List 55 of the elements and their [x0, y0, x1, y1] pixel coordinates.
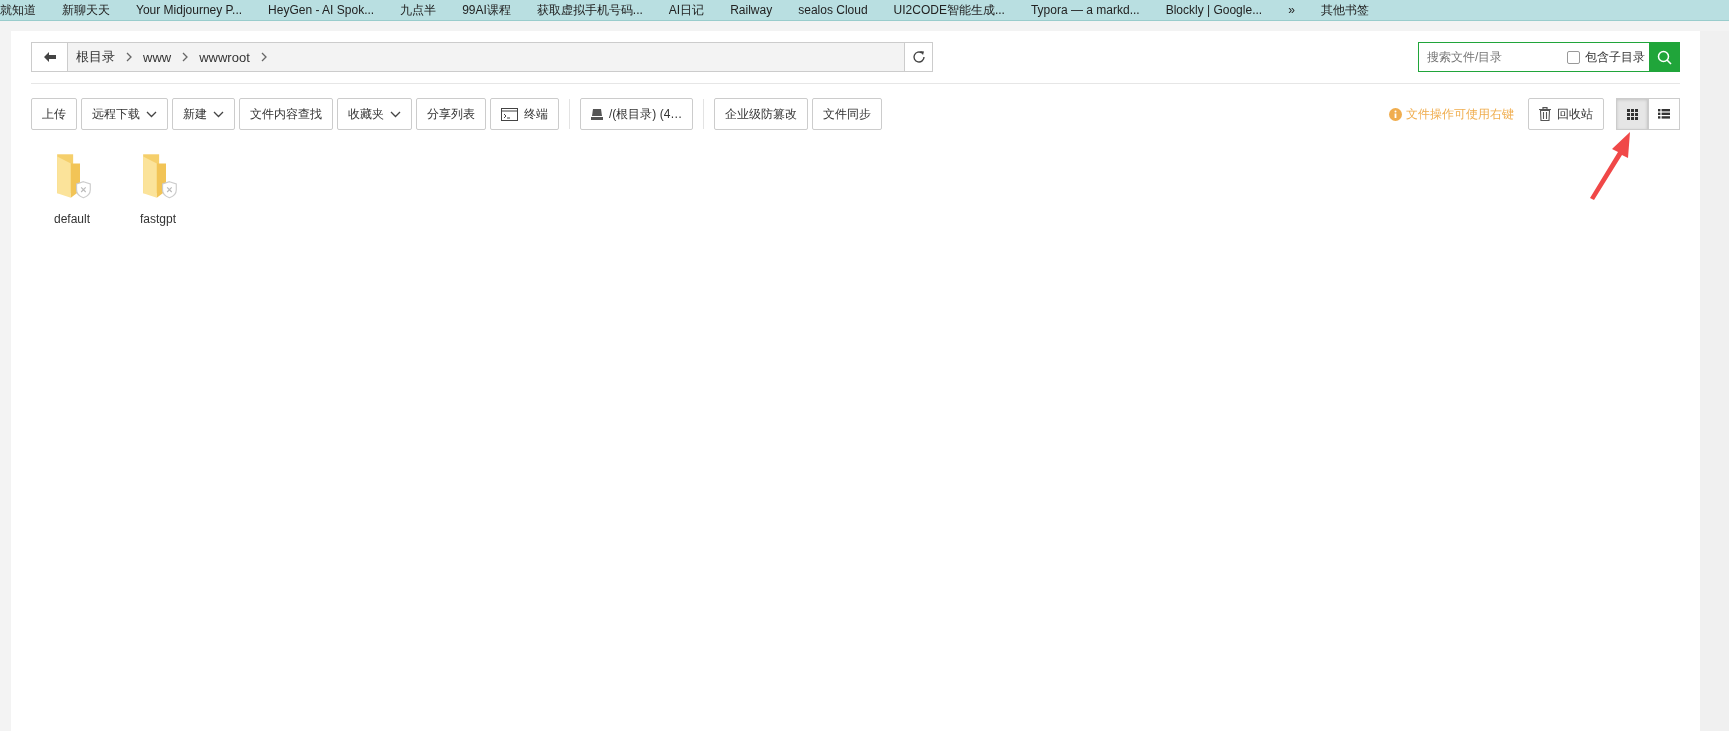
bookmarks-overflow-button[interactable]: »	[1288, 3, 1295, 17]
terminal-icon	[501, 107, 518, 121]
bookmark-link[interactable]: Typora — a markd...	[1030, 3, 1140, 17]
breadcrumb-link[interactable]: 根目录	[76, 48, 115, 66]
back-button[interactable]	[32, 43, 68, 71]
folder-name[interactable]: default	[54, 212, 90, 226]
search-button[interactable]	[1649, 43, 1679, 71]
trash-icon	[1539, 107, 1551, 121]
caret-icon	[213, 110, 224, 118]
toolbar-button[interactable]: 新建	[172, 98, 235, 130]
toolbar-button[interactable]: 终端	[490, 98, 559, 130]
toolbar-button[interactable]: 企业级防篡改	[714, 98, 809, 130]
toolbar-button[interactable]: 分享列表	[416, 98, 486, 130]
grid-view-button[interactable]	[1616, 98, 1648, 130]
bookmark-link[interactable]: sealos Cloud	[798, 3, 868, 17]
subdirectory-label: 包含子目录	[1585, 48, 1645, 66]
list-view-button[interactable]	[1648, 98, 1680, 130]
refresh-button[interactable]	[904, 43, 932, 71]
bookmark-link[interactable]: UI2CODE智能生成...	[893, 3, 1005, 17]
info-icon	[1389, 107, 1402, 121]
bookmark-link[interactable]: Blockly | Google...	[1165, 3, 1263, 17]
chevron-right-icon	[259, 52, 268, 62]
bookmark-link[interactable]: HeyGen - AI Spok...	[268, 3, 375, 17]
bookmark-link[interactable]: Your Midjourney P...	[136, 3, 243, 17]
folder-name[interactable]: fastgpt	[140, 212, 176, 226]
grid-icon	[1626, 108, 1638, 120]
search-field[interactable]: 搜索文件/目录 包含子目录	[1418, 42, 1680, 72]
chevron-right-icon	[181, 52, 190, 62]
bookmark-link[interactable]: 获取虚拟手机号码...	[536, 3, 643, 17]
hint-label: 文件操作可使用右键	[1406, 105, 1514, 123]
toolbar-button[interactable]: 收藏夹	[337, 98, 412, 130]
chevron-right-icon	[125, 52, 133, 62]
search-icon	[1656, 49, 1672, 65]
recycle-bin-button[interactable]: 回收站	[1528, 98, 1604, 130]
toolbar-button[interactable]: /(根目录) (4…	[580, 98, 694, 130]
toolbar-button[interactable]: 上传	[31, 98, 77, 130]
toolbar-button[interactable]: 文件内容查找	[239, 98, 333, 130]
bookmark-link[interactable]: 新聊天天	[62, 3, 110, 17]
caret-icon	[390, 110, 401, 118]
toolbar-button[interactable]: 文件同步	[812, 98, 883, 130]
toolbar-button[interactable]: 远程下载	[81, 98, 168, 130]
bookmark-link[interactable]: 99AI课程	[462, 3, 511, 17]
disk-icon	[591, 108, 603, 120]
refresh-icon	[911, 50, 926, 64]
bookmark-link[interactable]: 就知道	[0, 3, 36, 17]
back-arrow-icon	[43, 52, 56, 62]
bookmark-link[interactable]: Railway	[730, 3, 773, 17]
list-icon	[1658, 109, 1670, 119]
bookmark-link[interactable]: 九点半	[400, 3, 437, 17]
caret-icon	[146, 110, 157, 118]
other-bookmarks-link[interactable]: 其他书签	[1320, 3, 1369, 17]
breadcrumb-link[interactable]: wwwroot	[199, 49, 250, 65]
subdirectory-checkbox[interactable]	[1567, 50, 1580, 64]
bookmark-link[interactable]: AI日记	[668, 3, 705, 17]
breadcrumb-link[interactable]: www	[143, 49, 172, 65]
